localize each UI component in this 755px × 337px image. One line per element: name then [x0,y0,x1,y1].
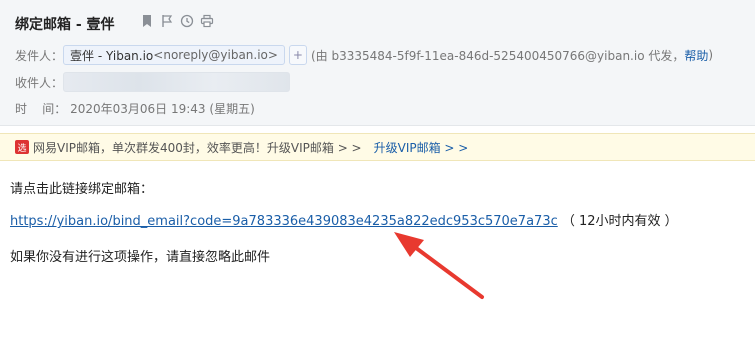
annotation-arrow-icon [394,232,484,299]
